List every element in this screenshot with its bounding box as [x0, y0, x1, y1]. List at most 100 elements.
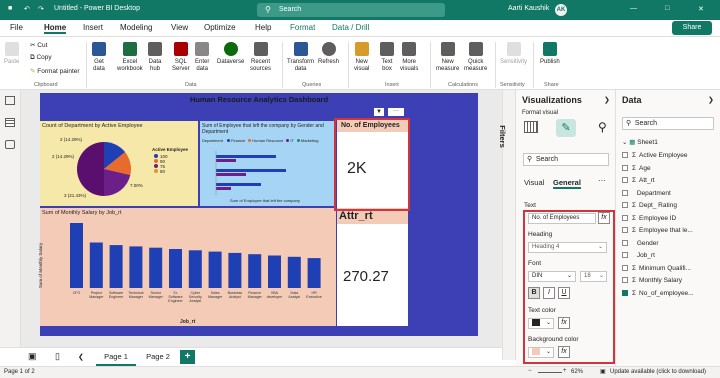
- more-visuals-button[interactable]: More visuals: [400, 42, 418, 73]
- menu-data-drill[interactable]: Data / Drill: [332, 23, 369, 32]
- salary-bar[interactable]: [149, 247, 163, 288]
- new-visual-button[interactable]: New visual: [354, 42, 369, 73]
- salary-bar[interactable]: [208, 251, 222, 288]
- enter-data-button[interactable]: Enter data: [195, 42, 209, 73]
- collapse-data-icon[interactable]: ❯: [708, 96, 714, 104]
- build-visual-icon[interactable]: [524, 121, 538, 133]
- salary-bar[interactable]: [169, 249, 182, 288]
- salary-bar[interactable]: [89, 242, 103, 289]
- field-checkbox[interactable]: [622, 152, 628, 159]
- get-data-button[interactable]: Get data: [92, 42, 106, 73]
- update-available-link[interactable]: Update available (click to download): [610, 369, 706, 375]
- fit-page-icon[interactable]: ▣: [600, 368, 606, 375]
- menu-home[interactable]: Home: [44, 23, 67, 34]
- menu-view[interactable]: View: [171, 23, 188, 32]
- zoom-out-icon[interactable]: −: [528, 368, 532, 374]
- share-button[interactable]: Share: [672, 21, 712, 35]
- dataverse-button[interactable]: Dataverse: [217, 42, 244, 66]
- copy-button[interactable]: ⧉ Copy: [30, 54, 52, 62]
- field-checkbox[interactable]: [622, 214, 628, 221]
- excel-workbook-button[interactable]: Excel workbook: [117, 42, 143, 73]
- field-item[interactable]: Job_rt: [622, 252, 655, 259]
- salary-bar[interactable]: [268, 255, 281, 289]
- sensitivity-button[interactable]: Sensitivity: [500, 42, 527, 66]
- zoom-slider[interactable]: [538, 372, 562, 373]
- font-size-dropdown[interactable]: 18 ⌄: [580, 271, 607, 282]
- transform-data-button[interactable]: Transform data: [287, 42, 314, 73]
- tab-visual[interactable]: Visual: [524, 178, 544, 187]
- avatar[interactable]: AK: [555, 4, 567, 16]
- refresh-button[interactable]: Refresh: [318, 42, 339, 66]
- undo-icon[interactable]: ↶: [24, 5, 30, 13]
- salary-bar[interactable]: [188, 250, 202, 288]
- more-options-icon[interactable]: ···: [388, 108, 404, 116]
- table-sheet1[interactable]: ⌄ ▦ Sheet1: [622, 138, 658, 146]
- field-item[interactable]: Σ Employee ID: [622, 215, 676, 222]
- field-item[interactable]: Department: [622, 190, 671, 197]
- prev-page-icon[interactable]: ❮: [78, 353, 84, 361]
- mobile-view-icon[interactable]: ▯: [55, 351, 60, 362]
- field-item[interactable]: Σ Employee that le...: [622, 227, 693, 234]
- salary-bar[interactable]: [109, 245, 123, 288]
- publish-button[interactable]: Publish: [540, 42, 560, 66]
- table-view-icon[interactable]: [5, 118, 15, 127]
- menu-format[interactable]: Format: [290, 23, 315, 32]
- field-item[interactable]: Σ Minimum Qualifi...: [622, 265, 691, 272]
- text-box-button[interactable]: Text box: [380, 42, 394, 73]
- maximize-icon[interactable]: □: [665, 5, 669, 12]
- field-checkbox[interactable]: [622, 202, 628, 209]
- italic-button[interactable]: I: [543, 287, 555, 299]
- bold-button[interactable]: B: [528, 287, 540, 299]
- salary-bar[interactable]: [228, 252, 242, 288]
- field-checkbox[interactable]: [622, 252, 628, 259]
- format-painter-button[interactable]: ✎ Format painter: [30, 67, 80, 75]
- zoom-in-icon[interactable]: +: [563, 368, 567, 374]
- field-checkbox[interactable]: [622, 177, 628, 184]
- menu-insert[interactable]: Insert: [83, 23, 103, 32]
- data-hub-button[interactable]: Data hub: [148, 42, 162, 73]
- text-color-picker[interactable]: ⌄: [528, 318, 554, 329]
- report-view-icon[interactable]: [5, 96, 15, 105]
- gender-bar[interactable]: [216, 169, 286, 172]
- gender-bar[interactable]: [216, 187, 231, 190]
- text-value-input[interactable]: No. of Employees: [528, 213, 596, 224]
- desktop-view-icon[interactable]: ▣: [28, 351, 37, 362]
- salary-bar[interactable]: [287, 256, 301, 288]
- tab-page-1[interactable]: Page 1: [96, 348, 136, 366]
- salary-bar[interactable]: [70, 223, 83, 288]
- viz-search-input[interactable]: ⚲ Search: [523, 153, 609, 166]
- field-checkbox[interactable]: [622, 227, 628, 234]
- menu-optimize[interactable]: Optimize: [204, 23, 236, 32]
- cut-button[interactable]: ✂ Cut: [30, 41, 47, 49]
- filters-pane-collapsed[interactable]: Filters: [498, 90, 516, 360]
- sql-server-button[interactable]: SQL Server: [172, 42, 190, 73]
- field-checkbox[interactable]: [622, 164, 628, 171]
- format-visual-icon[interactable]: ✎: [556, 119, 576, 137]
- font-family-dropdown[interactable]: DIN ⌄: [528, 271, 576, 282]
- field-item[interactable]: Σ Monthly Salary: [622, 277, 682, 284]
- more-tab-options[interactable]: ···: [598, 176, 606, 185]
- field-item[interactable]: Σ Dept_ Rating: [622, 202, 677, 209]
- text-color-fx-button[interactable]: fx: [558, 317, 570, 329]
- underline-button[interactable]: U: [558, 287, 570, 299]
- pie-slice[interactable]: [77, 142, 104, 196]
- bg-color-picker[interactable]: ⌄: [528, 347, 554, 358]
- field-item[interactable]: Σ Active Employee: [622, 152, 687, 159]
- menu-help[interactable]: Help: [255, 23, 271, 32]
- save-icon[interactable]: ■: [8, 5, 12, 12]
- gender-bar[interactable]: [216, 159, 236, 162]
- field-item[interactable]: Σ Age: [622, 165, 651, 172]
- model-view-icon[interactable]: [5, 140, 15, 149]
- field-checkbox[interactable]: [622, 189, 628, 196]
- field-item[interactable]: Gender: [622, 240, 659, 247]
- salary-bar[interactable]: [307, 258, 321, 288]
- field-item[interactable]: Σ No_of_employee...: [622, 290, 694, 297]
- field-checkbox[interactable]: [622, 239, 628, 246]
- recent-sources-button[interactable]: Recent sources: [250, 42, 271, 73]
- field-item[interactable]: Σ Att_rt: [622, 177, 655, 184]
- gender-bar-visual[interactable]: Sum of Employee that left the company by…: [200, 121, 336, 206]
- title-search-box[interactable]: ⚲ Search: [257, 3, 445, 17]
- quick-measure-button[interactable]: Quick measure: [464, 42, 487, 73]
- menu-file[interactable]: File: [10, 23, 23, 32]
- gender-bar[interactable]: [216, 173, 246, 176]
